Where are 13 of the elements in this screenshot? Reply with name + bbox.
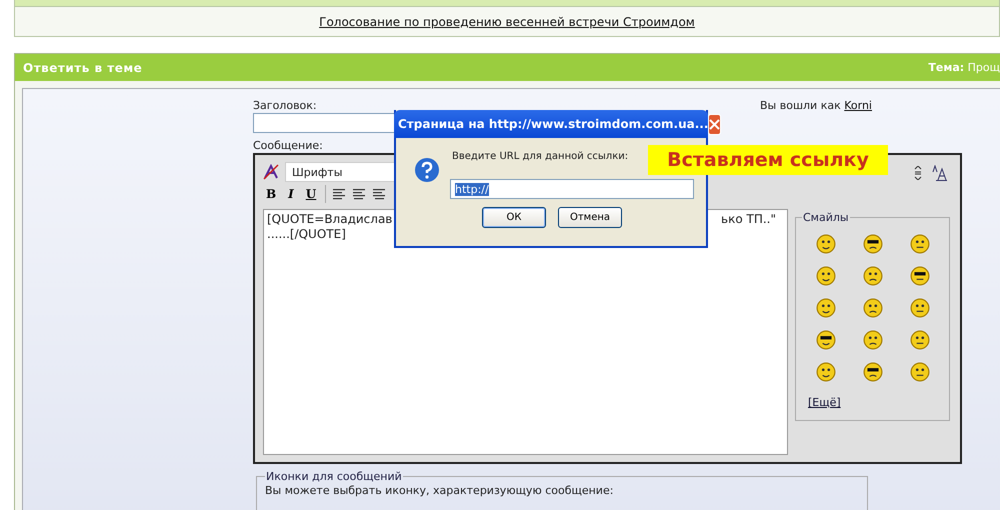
login-text: Вы вошли как Korni (760, 99, 872, 112)
subject-label: Заголовок: (253, 99, 317, 112)
panel-title: Ответить в теме (23, 60, 142, 74)
icons-title: Иконки для сообщений (265, 470, 403, 483)
topic-text: Тема: Прощ (928, 61, 1000, 74)
message-text: ько ТП.." (721, 212, 776, 227)
message-text: ......[/QUOTE] (267, 227, 346, 242)
smilies-title: Смайлы (802, 211, 850, 224)
message-text: [QUOTE=Владислав (267, 212, 392, 227)
annotation-label: Вставляем ссылку (648, 145, 888, 175)
icons-hint: Вы можете выбрать иконку, характеризующую сообщение: (265, 484, 614, 497)
message-label: Сообщение: (253, 139, 323, 152)
dialog-title: Страница на http://www.stroimdom.com.ua... (398, 117, 708, 131)
